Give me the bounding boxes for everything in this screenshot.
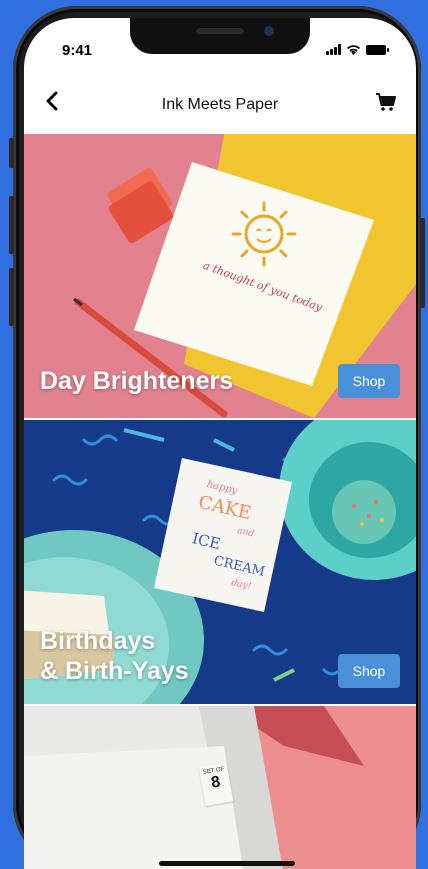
shop-button[interactable]: Shop xyxy=(338,654,400,688)
volume-down-button xyxy=(9,268,14,326)
power-button xyxy=(420,218,425,308)
wifi-icon xyxy=(347,45,360,55)
category-title: Day Brighteners xyxy=(40,367,234,395)
navigation-bar: Ink Meets Paper xyxy=(24,82,416,126)
shop-button[interactable]: Shop xyxy=(338,364,400,398)
notch xyxy=(130,18,310,54)
speaker-grille xyxy=(196,28,244,34)
shopping-cart-icon[interactable] xyxy=(374,90,398,114)
status-icons xyxy=(326,44,389,55)
volume-up-button xyxy=(9,196,14,254)
title-line-2: & Birth-Yays xyxy=(40,657,189,685)
category-day-brighteners[interactable]: a thought of you today Day Brighteners S… xyxy=(24,134,416,418)
home-indicator[interactable] xyxy=(159,861,295,866)
mute-switch xyxy=(9,138,14,168)
battery-icon xyxy=(366,44,389,55)
front-camera xyxy=(264,26,274,36)
title-line-1: Birthdays xyxy=(40,627,156,655)
app-screen: 9:41 Ink Meets Paper a thought of you to… xyxy=(24,18,416,869)
status-time: 9:41 xyxy=(62,42,93,59)
signal-icon xyxy=(326,44,341,55)
page-title: Ink Meets Paper xyxy=(161,96,279,113)
category-birthdays[interactable]: happy CAKE and ICE CREAM day! Birthdays … xyxy=(24,420,416,704)
category-title: Birthdays & Birth-Yays xyxy=(40,626,189,686)
category-card-sets[interactable]: SET OF 8 xyxy=(24,706,416,869)
